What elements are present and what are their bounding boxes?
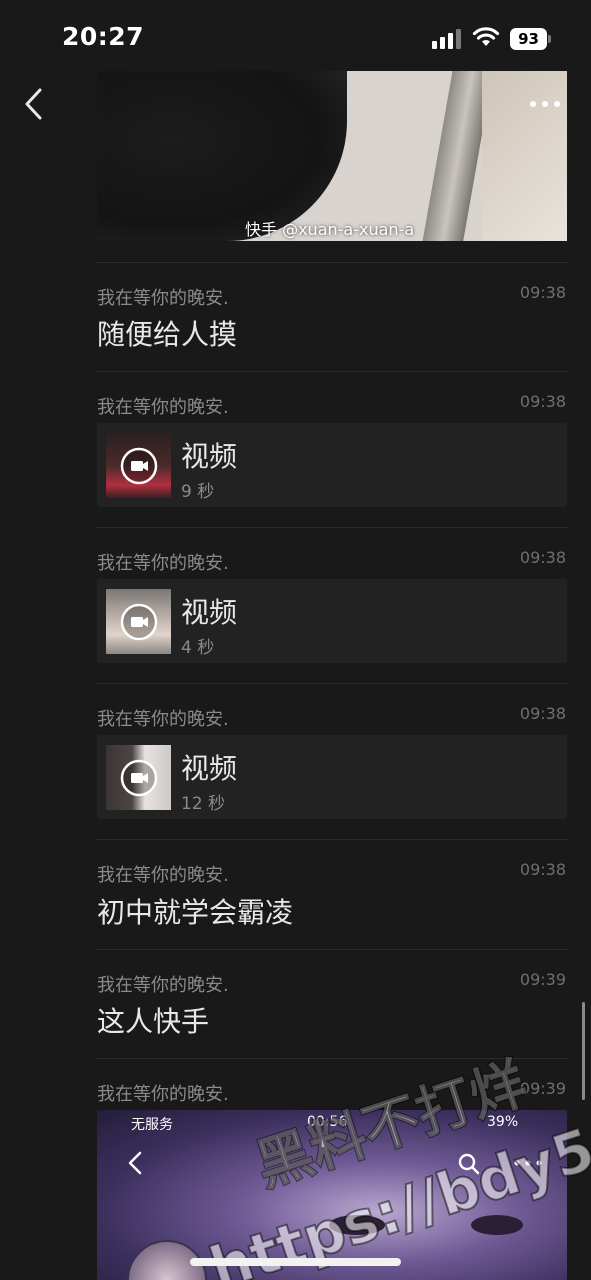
sender-name: 我在等你的晚安. [97,709,229,730]
message-time: 09:38 [519,704,566,723]
message-text[interactable]: 这人快手 [97,1000,209,1040]
back-chevron-icon[interactable] [20,84,50,124]
divider [97,839,567,840]
more-icon [514,1160,542,1166]
scrollbar[interactable] [582,1002,585,1100]
inner-status-bar: 无服务 00:56 39% [97,1110,567,1138]
video-title: 视频 [181,752,238,785]
inner-clock: 00:56 [307,1114,348,1130]
divider [97,371,567,372]
message-time: 09:39 [519,970,566,989]
inner-back-icon [128,1151,142,1175]
message-time: 09:38 [519,392,566,411]
video-duration: 9 秒 [181,482,215,502]
media-background [482,71,567,241]
sender-name: 我在等你的晚安. [97,865,229,886]
message-time: 09:39 [519,1079,566,1098]
video-message-card[interactable]: 视频 12 秒 [97,735,567,819]
message-time: 09:38 [519,283,566,302]
divider [97,949,567,950]
video-title: 视频 [181,596,238,629]
divider [97,683,567,684]
search-icon [458,1153,480,1175]
signal-icon [432,29,461,49]
sender-name: 我在等你的晚安. [97,975,229,996]
message-time: 09:38 [519,860,566,879]
battery-level: 93 [510,28,547,50]
inner-battery: 39% [487,1114,519,1130]
video-camera-icon [120,603,158,641]
top-video-media[interactable]: 快手 @xuan-a-xuan-a [97,71,567,241]
inner-carrier: 无服务 [131,1117,173,1133]
message-text[interactable]: 初中就学会霸凌 [97,891,293,931]
battery-cap [548,35,551,43]
status-bar: 20:27 93 [0,0,591,70]
face-eyes [329,1215,523,1235]
video-thumbnail [106,745,171,810]
divider [97,1058,567,1059]
video-duration: 12 秒 [181,794,226,814]
video-thumbnail [106,589,171,654]
divider [97,527,567,528]
wifi-icon [472,27,500,46]
more-icon[interactable] [527,99,567,109]
status-time: 20:27 [62,22,145,51]
battery-indicator: 93 [510,28,551,50]
video-message-card[interactable]: 视频 9 秒 [97,423,567,507]
sender-name: 我在等你的晚安. [97,288,229,309]
message-text[interactable]: 随便给人摸 [97,313,237,353]
divider [97,262,567,263]
video-thumbnail [106,433,171,498]
sender-name: 我在等你的晚安. [97,553,229,574]
video-title: 视频 [181,440,238,473]
sender-name: 我在等你的晚安. [97,397,229,418]
video-camera-icon [120,447,158,485]
video-message-card[interactable]: 视频 4 秒 [97,579,567,663]
video-camera-icon [120,759,158,797]
home-indicator[interactable] [190,1258,401,1266]
image-message[interactable]: 无服务 00:56 39% [97,1110,567,1280]
message-time: 09:38 [519,548,566,567]
video-duration: 4 秒 [181,638,215,658]
sender-name: 我在等你的晚安. [97,1084,229,1105]
kuaishou-watermark: 快手 @xuan-a-xuan-a [245,220,415,239]
